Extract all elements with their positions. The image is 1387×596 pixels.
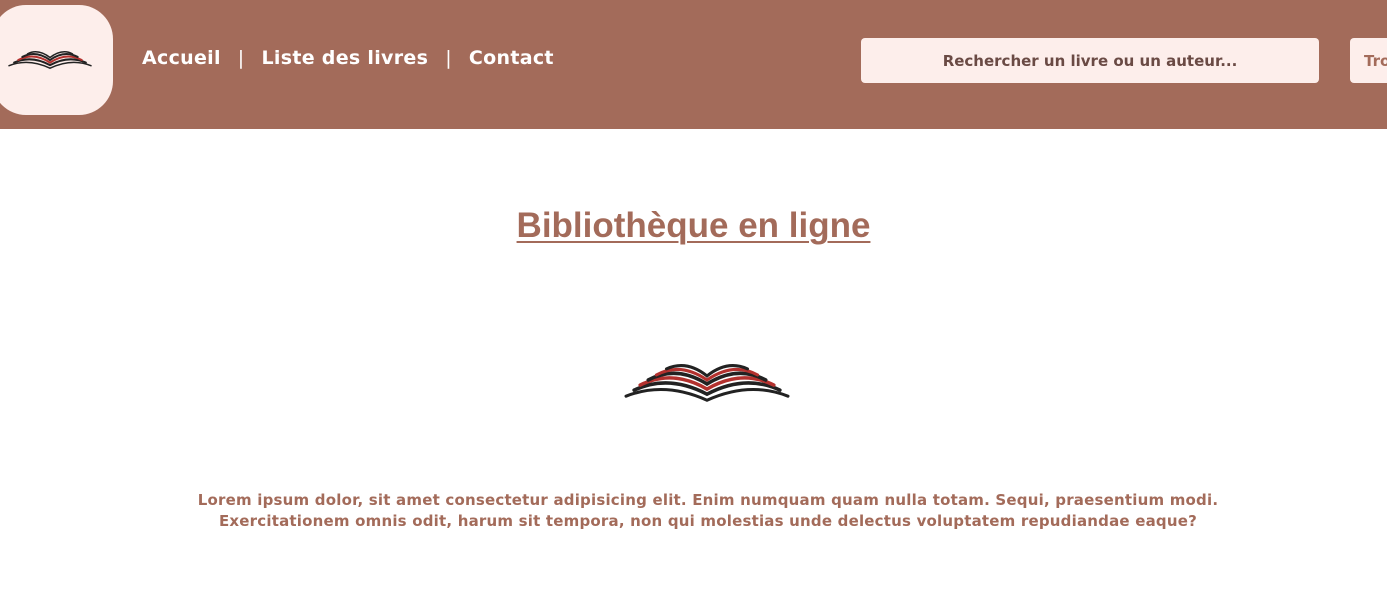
open-book-icon [624,364,790,402]
nav-link-contact[interactable]: Contact [469,47,554,69]
logo[interactable] [0,5,113,115]
intro-text-line: Exercitationem omnis odit, harum sit tem… [218,512,1198,530]
nav-link-home[interactable]: Accueil [142,47,221,69]
nav-link-books[interactable]: Liste des livres [261,47,428,69]
site-header: Accueil | Liste des livres | Contact Tro… [0,0,1387,129]
intro-text-line: Lorem ipsum dolor, sit amet consectetur … [197,491,1219,509]
search-input[interactable] [861,38,1319,83]
main-nav: Accueil | Liste des livres | Contact [142,47,554,69]
page-title: Bibliothèque en ligne [516,206,871,245]
intro-text: Lorem ipsum dolor, sit amet consectetur … [140,490,1276,532]
search-button[interactable]: Trouver [1350,38,1387,83]
nav-separator: | [237,47,245,69]
open-book-icon [8,50,92,70]
nav-separator: | [445,47,452,69]
